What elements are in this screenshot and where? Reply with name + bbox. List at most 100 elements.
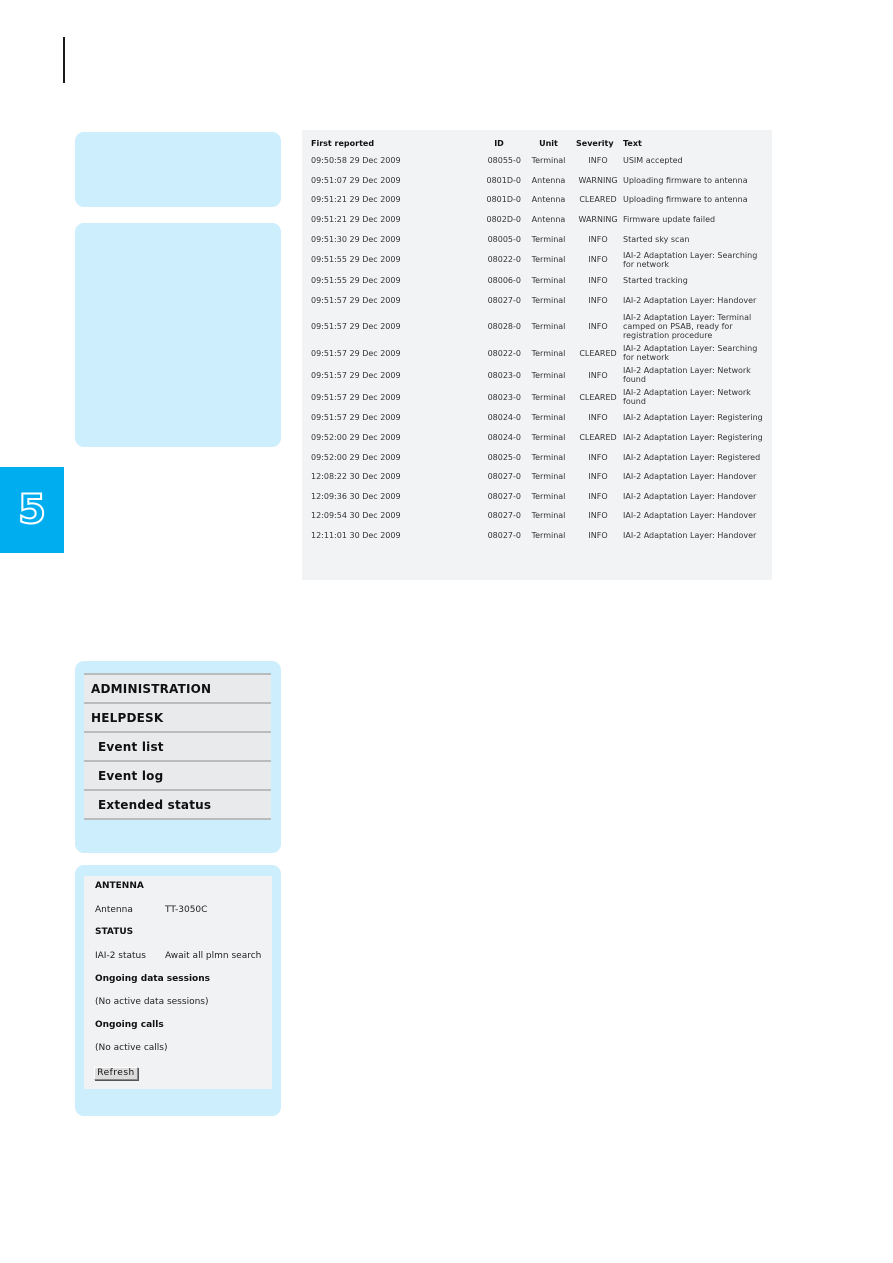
- cell-text: IAI-2 Adaptation Layer: Handover: [623, 472, 757, 482]
- cell-severity: CLEARED: [579, 433, 617, 443]
- cell-first-reported: 12:09:54 30 Dec 2009: [311, 511, 401, 521]
- table-row: 12:09:54 30 Dec 2009 08027-0 Terminal INFO I…: [311, 506, 766, 526]
- cell-id: 0801D-0: [486, 195, 522, 205]
- table-row: 09:51:30 29 Dec 2009 08005-0 Terminal INFO S…: [311, 229, 766, 249]
- table-row: 09:51:57 29 Dec 2009 08028-0 Terminal INFO I…: [311, 310, 766, 342]
- cell-id: 08024-0: [487, 413, 521, 423]
- table-row: 12:11:01 30 Dec 2009 08027-0 Terminal INFO I…: [311, 526, 766, 546]
- cell-severity: CLEARED: [579, 348, 617, 358]
- chapter-tab: 5: [0, 467, 64, 553]
- cell-text: IAI-2 Adaptation Layer: Network found: [623, 388, 751, 407]
- cell-unit: Antenna: [531, 215, 566, 225]
- menu-item-label: Extended status: [98, 797, 212, 812]
- menu-item-label: Event log: [98, 768, 164, 783]
- cell-text: Started tracking: [623, 276, 688, 286]
- menu-item-extended-status[interactable]: Extended status: [84, 791, 271, 820]
- cell-severity: INFO: [588, 452, 608, 462]
- page-margin-marker: [63, 37, 65, 83]
- cell-unit: Terminal: [531, 433, 566, 443]
- cell-unit: Terminal: [531, 531, 566, 541]
- cell-id: 08005-0: [487, 234, 521, 244]
- cell-unit: Antenna: [531, 195, 566, 205]
- column-header-severity: Severity: [576, 138, 614, 148]
- cell-first-reported: 09:51:21 29 Dec 2009: [311, 195, 401, 205]
- cell-severity: CLEARED: [579, 392, 617, 402]
- cell-severity: INFO: [588, 156, 608, 166]
- refresh-button[interactable]: Refresh: [94, 1067, 138, 1080]
- cell-first-reported: 09:51:55 29 Dec 2009: [311, 255, 401, 265]
- cell-text: Uploading firmware to antenna: [623, 175, 748, 185]
- table-row: 09:51:21 29 Dec 2009 0801D-0 Antenna CLEARE…: [311, 190, 766, 210]
- cell-first-reported: 09:51:57 29 Dec 2009: [311, 295, 401, 305]
- table-header-row: First reported ID Unit Severity Text: [311, 135, 766, 151]
- table-row: 09:51:57 29 Dec 2009 08023-0 Terminal CLEAR…: [311, 386, 766, 408]
- calls-value: (No active calls): [95, 1043, 168, 1053]
- antenna-heading: ANTENNA: [95, 881, 144, 891]
- cell-first-reported: 09:51:57 29 Dec 2009: [311, 321, 401, 331]
- event-list-table: First reported ID Unit Severity Text 09:…: [311, 135, 766, 545]
- cell-text: IAI-2 Adaptation Layer: Terminal camped …: [623, 312, 752, 340]
- cell-severity: INFO: [588, 511, 608, 521]
- cell-first-reported: 09:51:21 29 Dec 2009: [311, 215, 401, 225]
- cell-id: 08028-0: [487, 321, 521, 331]
- cell-text: IAI-2 Adaptation Layer: Handover: [623, 295, 757, 305]
- cell-unit: Terminal: [531, 276, 566, 286]
- cell-severity: INFO: [588, 295, 608, 305]
- cell-text: Firmware update failed: [623, 215, 716, 225]
- cell-id: 08006-0: [487, 276, 521, 286]
- iai2-status-value: Await all plmn search: [165, 951, 262, 961]
- menu-item-helpdesk[interactable]: HELPDESK: [84, 704, 271, 733]
- cell-id: 08022-0: [487, 348, 521, 358]
- cell-severity: INFO: [588, 234, 608, 244]
- cell-first-reported: 09:51:57 29 Dec 2009: [311, 413, 401, 423]
- extended-status-panel: ANTENNA Antenna TT-3050C STATUS IAI-2 st…: [84, 876, 272, 1089]
- cell-severity: INFO: [588, 531, 608, 541]
- cell-first-reported: 09:50:58 29 Dec 2009: [311, 156, 401, 166]
- cell-first-reported: 09:51:55 29 Dec 2009: [311, 276, 401, 286]
- menu-item-label: Event list: [98, 739, 164, 754]
- table-row: 09:51:55 29 Dec 2009 08006-0 Terminal INFO S…: [311, 271, 766, 291]
- cell-unit: Terminal: [531, 452, 566, 462]
- cell-id: 08022-0: [487, 255, 521, 265]
- cell-unit: Antenna: [531, 175, 566, 185]
- column-header-id: ID: [494, 138, 504, 148]
- cell-text: IAI-2 Adaptation Layer: Searching for ne…: [623, 250, 758, 269]
- cell-unit: Terminal: [531, 413, 566, 423]
- cell-first-reported: 12:11:01 30 Dec 2009: [311, 531, 401, 541]
- cell-text: IAI-2 Adaptation Layer: Handover: [623, 491, 757, 501]
- antenna-label: Antenna: [95, 905, 133, 915]
- table-row: 09:51:57 29 Dec 2009 08024-0 Terminal INFO I…: [311, 408, 766, 428]
- cell-first-reported: 09:51:07 29 Dec 2009: [311, 175, 401, 185]
- cell-id: 08023-0: [487, 392, 521, 402]
- cell-unit: Terminal: [531, 321, 566, 331]
- cell-unit: Terminal: [531, 472, 566, 482]
- table-row: 09:51:07 29 Dec 2009 0801D-0 Antenna WARNIN…: [311, 171, 766, 191]
- cell-unit: Terminal: [531, 491, 566, 501]
- data-sessions-heading: Ongoing data sessions: [95, 974, 210, 984]
- column-header-first-reported: First reported: [311, 138, 375, 148]
- menu-item-label: HELPDESK: [91, 710, 164, 725]
- cell-first-reported: 09:51:30 29 Dec 2009: [311, 234, 401, 244]
- cell-severity: INFO: [588, 472, 608, 482]
- table-row: 12:08:22 30 Dec 2009 08027-0 Terminal INFO I…: [311, 467, 766, 487]
- helpdesk-menu: ADMINISTRATION HELPDESK Event list Event…: [84, 673, 271, 820]
- cell-id: 08025-0: [487, 452, 521, 462]
- menu-item-administration[interactable]: ADMINISTRATION: [84, 675, 271, 704]
- data-sessions-value: (No active data sessions): [95, 997, 209, 1007]
- status-heading: STATUS: [95, 927, 134, 937]
- cell-text: IAI-2 Adaptation Layer: Handover: [623, 511, 757, 521]
- cell-id: 08023-0: [487, 370, 521, 380]
- cell-text: USIM accepted: [623, 156, 683, 166]
- sidebar-note-box: [75, 223, 281, 447]
- table-row: 09:51:21 29 Dec 2009 0802D-0 Antenna WARNIN…: [311, 210, 766, 230]
- menu-item-event-log[interactable]: Event log: [84, 762, 271, 791]
- menu-item-event-list[interactable]: Event list: [84, 733, 271, 762]
- event-list-panel: First reported ID Unit Severity Text 09:…: [302, 130, 772, 580]
- table-row: 09:50:58 29 Dec 2009 08055-0 Terminal INFO U…: [311, 151, 766, 171]
- calls-heading: Ongoing calls: [95, 1020, 164, 1030]
- cell-severity: INFO: [588, 370, 608, 380]
- cell-text: IAI-2 Adaptation Layer: Handover: [623, 531, 757, 541]
- cell-severity: INFO: [588, 413, 608, 423]
- cell-unit: Terminal: [531, 255, 566, 265]
- table-row: 09:51:55 29 Dec 2009 08022-0 Terminal INFO I…: [311, 249, 766, 271]
